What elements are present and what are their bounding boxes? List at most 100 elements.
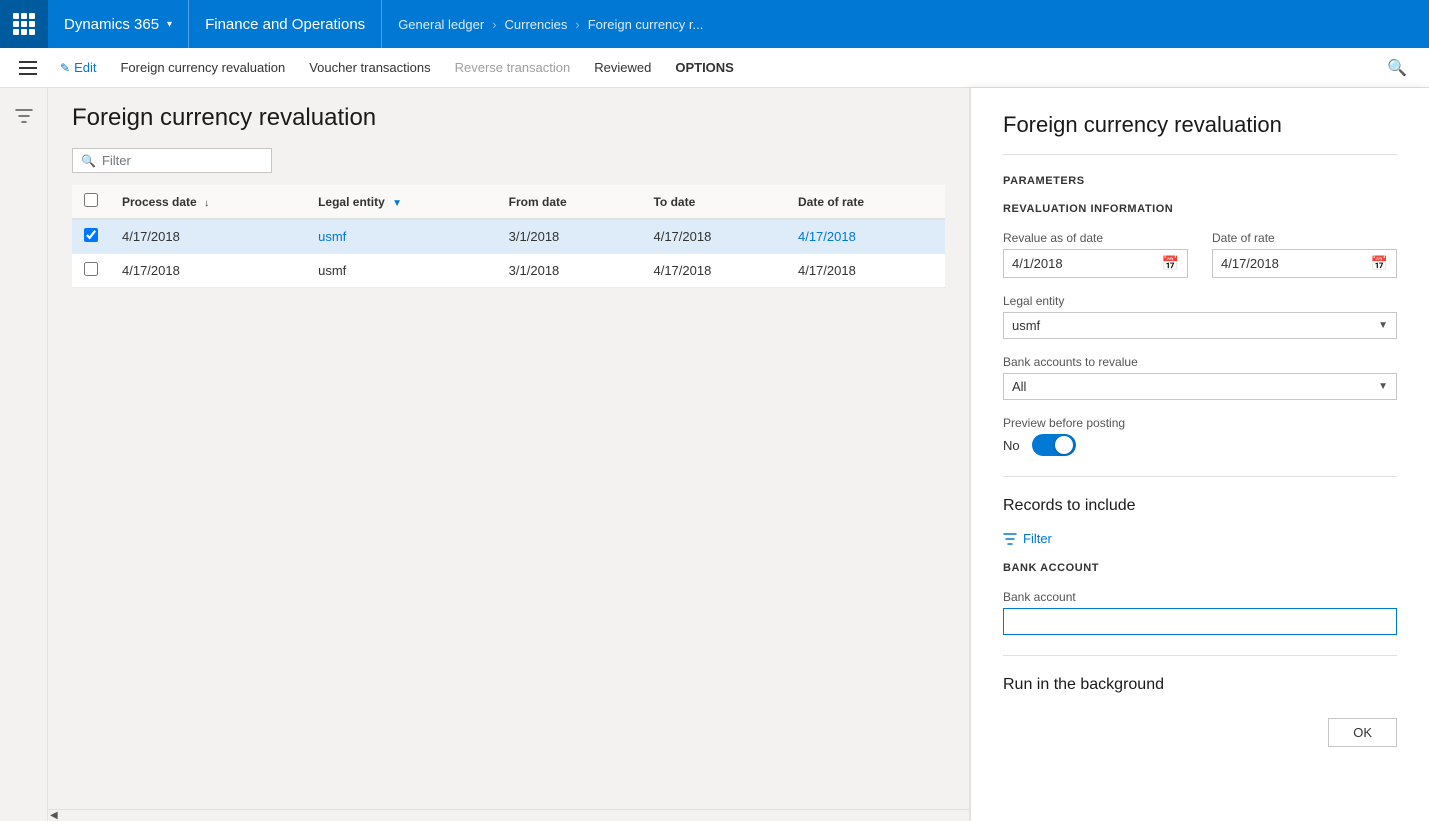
col-date-of-rate: Date of rate [786, 185, 945, 219]
edit-label: Edit [74, 60, 96, 75]
col-process-date: Process date ↓ [110, 185, 306, 219]
legal-entity-cell: usmf [306, 254, 497, 288]
tab-reverse-transaction: Reverse transaction [443, 48, 583, 88]
date-of-rate-cell: 4/17/2018 [786, 254, 945, 288]
search-icon: 🔍 [1387, 58, 1407, 78]
process-date-cell: 4/17/2018 [110, 219, 306, 254]
toggle-thumb [1055, 436, 1073, 454]
breadcrumb-item-1[interactable]: Currencies [505, 17, 568, 32]
date-of-rate-input[interactable]: 📅 [1212, 249, 1397, 278]
row-checkbox[interactable] [84, 228, 98, 242]
legal-entity-field: Legal entity usmf ▼ [1003, 294, 1397, 339]
date-of-rate-cell: 4/17/2018 [786, 219, 945, 254]
page-title: Foreign currency revaluation [72, 104, 945, 132]
tab-foreign-currency-revaluation[interactable]: Foreign currency revaluation [108, 48, 297, 88]
waffle-icon [13, 13, 35, 35]
date-of-rate-label: Date of rate [1212, 231, 1397, 245]
tab-options[interactable]: OPTIONS [663, 48, 746, 88]
data-table: Process date ↓ Legal entity ▼ From date … [72, 185, 945, 288]
filter-bar: 🔍 [72, 148, 945, 173]
revalue-as-of-date-value[interactable] [1012, 256, 1158, 271]
finance-ops-label: Finance and Operations [205, 16, 365, 33]
apps-button[interactable] [0, 0, 48, 48]
page-content: Foreign currency revaluation 🔍 Proc [48, 88, 969, 304]
breadcrumb-sep-1: › [575, 17, 579, 32]
from-date-cell: 3/1/2018 [497, 219, 642, 254]
breadcrumb: General ledger › Currencies › Foreign cu… [382, 0, 719, 48]
from-date-cell: 3/1/2018 [497, 254, 642, 288]
sort-icon: ↓ [204, 198, 209, 209]
bank-accounts-label: Bank accounts to revalue [1003, 355, 1397, 369]
revaluation-info-label: REVALUATION INFORMATION [1003, 203, 1397, 215]
col-to-date: To date [641, 185, 786, 219]
preview-before-posting-label: Preview before posting [1003, 416, 1397, 430]
finance-ops-nav[interactable]: Finance and Operations [189, 0, 382, 48]
bank-account-section: BANK ACCOUNT Bank account [1003, 562, 1397, 635]
left-sidebar [0, 88, 48, 821]
search-icon-small: 🔍 [81, 154, 96, 168]
table-row[interactable]: 4/17/2018 usmf 3/1/2018 4/17/2018 4/17/2… [72, 254, 945, 288]
table-row[interactable]: 4/17/2018 usmf 3/1/2018 4/17/2018 4/17/2… [72, 219, 945, 254]
filter-btn-label: Filter [1023, 531, 1052, 546]
ok-button[interactable]: OK [1328, 718, 1397, 747]
date-of-rate-field: Date of rate 📅 [1212, 231, 1397, 278]
run-in-background-label: Run in the background [1003, 676, 1397, 694]
search-button[interactable]: 🔍 [1381, 52, 1413, 84]
revalue-as-of-date-input[interactable]: 📅 [1003, 249, 1188, 278]
toggle-row: No [1003, 434, 1397, 456]
legal-entity-label: Legal entity [1003, 294, 1397, 308]
bank-accounts-field: Bank accounts to revalue All ▼ [1003, 355, 1397, 400]
filter-btn-icon [1003, 532, 1017, 546]
toggle-state-label: No [1003, 438, 1020, 453]
legal-entity-cell[interactable]: usmf [306, 219, 497, 254]
legal-entity-select[interactable]: usmf [1012, 318, 1378, 333]
chevron-down-icon: ▼ [1378, 320, 1388, 331]
bank-accounts-select[interactable]: All [1012, 379, 1378, 394]
right-panel: Foreign currency revaluation Parameters … [969, 88, 1429, 821]
filter-button[interactable]: Filter [1003, 531, 1052, 546]
process-date-cell: 4/17/2018 [110, 254, 306, 288]
calendar-icon-2[interactable]: 📅 [1371, 255, 1388, 272]
content-area: Foreign currency revaluation 🔍 Proc [48, 88, 969, 821]
to-date-cell: 4/17/2018 [641, 219, 786, 254]
panel-title: Foreign currency revaluation [1003, 112, 1397, 155]
tab-voucher-transactions[interactable]: Voucher transactions [297, 48, 442, 88]
scroll-left-arrow[interactable]: ◀ [50, 810, 58, 821]
hamburger-icon [19, 61, 37, 75]
hamburger-menu[interactable] [8, 48, 48, 88]
secondary-navigation: ✎ Edit Foreign currency revaluation Vouc… [0, 48, 1429, 88]
pencil-icon: ✎ [60, 61, 70, 75]
filter-icon-small[interactable]: ▼ [392, 198, 402, 209]
filter-input[interactable] [102, 153, 263, 168]
panel-divider [1003, 476, 1397, 477]
breadcrumb-item-0[interactable]: General ledger [398, 17, 484, 32]
horizontal-scrollbar[interactable]: ◀ [48, 809, 969, 821]
breadcrumb-item-2: Foreign currency r... [588, 17, 704, 32]
panel-divider-2 [1003, 655, 1397, 656]
select-all-header[interactable] [72, 185, 110, 219]
chevron-down-icon: ▾ [167, 19, 172, 30]
bank-accounts-dropdown[interactable]: All ▼ [1003, 373, 1397, 400]
edit-button[interactable]: ✎ Edit [48, 48, 108, 88]
to-date-cell: 4/17/2018 [641, 254, 786, 288]
filter-input-wrapper[interactable]: 🔍 [72, 148, 272, 173]
row-checkbox[interactable] [84, 262, 98, 276]
table-body: 4/17/2018 usmf 3/1/2018 4/17/2018 4/17/2… [72, 219, 945, 288]
parameters-section-label: Parameters [1003, 175, 1397, 187]
row-checkbox-cell[interactable] [72, 254, 110, 288]
tab-reviewed[interactable]: Reviewed [582, 48, 663, 88]
filter-icon [15, 107, 33, 125]
revalue-as-of-date-field: Revalue as of date 📅 [1003, 231, 1188, 278]
row-checkbox-cell[interactable] [72, 219, 110, 254]
legal-entity-dropdown[interactable]: usmf ▼ [1003, 312, 1397, 339]
date-of-rate-value[interactable] [1221, 256, 1367, 271]
col-from-date: From date [497, 185, 642, 219]
select-all-checkbox[interactable] [84, 193, 98, 207]
preview-toggle[interactable] [1032, 434, 1076, 456]
date-row: Revalue as of date 📅 Date of rate 📅 [1003, 231, 1397, 278]
sidebar-filter-icon[interactable] [4, 96, 44, 136]
calendar-icon[interactable]: 📅 [1162, 255, 1179, 272]
dynamics365-nav[interactable]: Dynamics 365 ▾ [48, 0, 189, 48]
records-to-include-title: Records to include [1003, 497, 1397, 515]
bank-account-input[interactable] [1003, 608, 1397, 635]
